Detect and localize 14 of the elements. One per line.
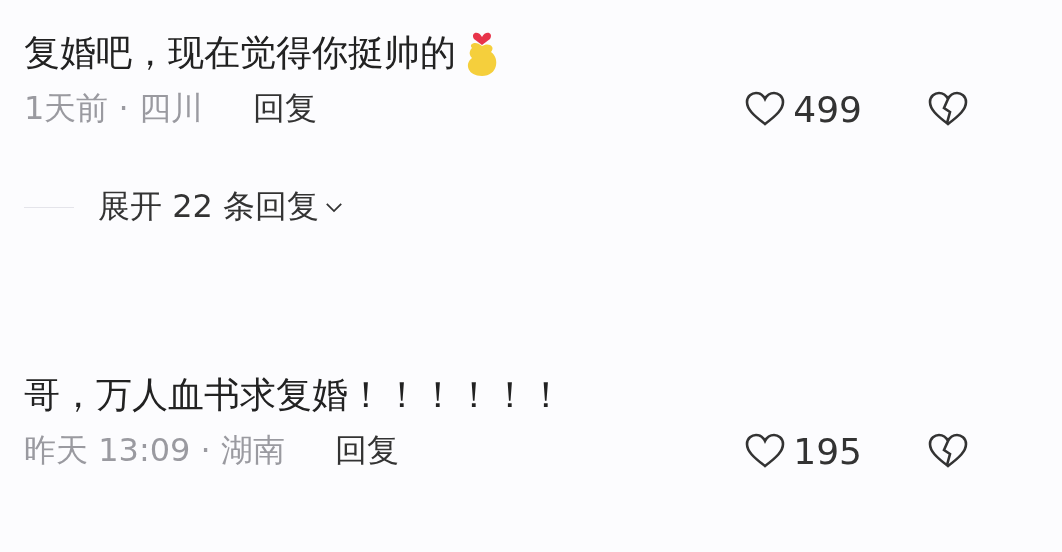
- time-location: 1天前 · 四川: [24, 88, 203, 129]
- broken-heart-icon[interactable]: [928, 91, 968, 127]
- like-count: 195: [793, 430, 862, 472]
- time-location: 昨天 13:09 · 湖南: [24, 430, 285, 471]
- comment-text: 哥，万人血书求复婚！！！！！！: [24, 372, 564, 417]
- expand-replies-link[interactable]: 展开 22 条回复: [98, 185, 320, 229]
- heart-icon[interactable]: [745, 433, 786, 469]
- like-count: 499: [793, 88, 862, 130]
- comment-text: 复婚吧，现在觉得你挺帅的: [24, 30, 456, 75]
- heart-icon[interactable]: [745, 91, 786, 127]
- broken-heart-icon[interactable]: [928, 433, 968, 469]
- chevron-down-icon[interactable]: [325, 201, 344, 213]
- reply-link[interactable]: 回复: [252, 87, 317, 131]
- reply-link[interactable]: 回复: [334, 429, 399, 473]
